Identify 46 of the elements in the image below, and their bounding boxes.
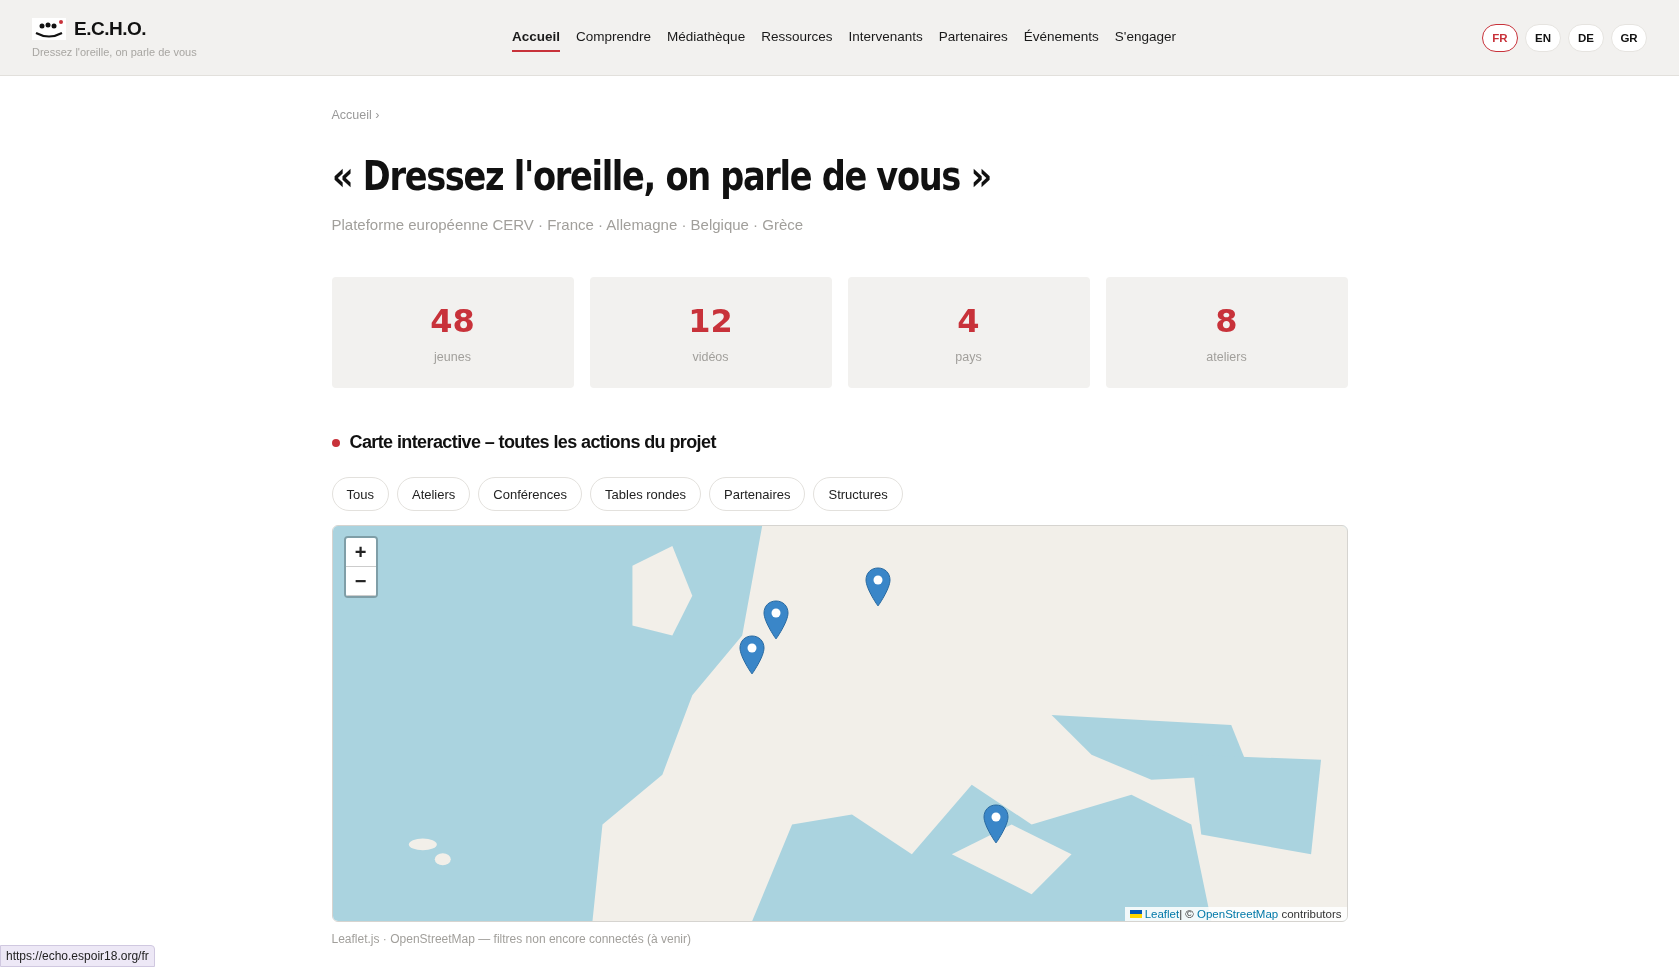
language-button[interactable]: GR bbox=[1611, 23, 1647, 52]
map-marker-icon[interactable] bbox=[739, 634, 766, 675]
map-marker-icon[interactable] bbox=[982, 804, 1009, 845]
nav-link[interactable]: S'engager bbox=[1114, 23, 1176, 52]
nav-link[interactable]: Accueil bbox=[512, 23, 561, 52]
stat-label: ateliers bbox=[1206, 349, 1247, 364]
filter-chip[interactable]: Tables rondes bbox=[590, 477, 701, 511]
subtitle: Plateforme européenne CERV · France · Allemagne · Belgique · Grèce bbox=[331, 216, 805, 233]
flag-icon bbox=[1129, 910, 1142, 918]
logo-icon bbox=[32, 17, 66, 40]
map-marker-icon[interactable] bbox=[865, 567, 892, 608]
filter-chip[interactable]: Conférences bbox=[478, 477, 583, 511]
map-caption: Leaflet.js · OpenStreetMap — filtres non encore connectés (à venir) bbox=[331, 932, 692, 946]
nav-link[interactable]: Partenaires bbox=[938, 23, 1008, 52]
stat-value: 48 bbox=[430, 301, 475, 340]
nav-link[interactable]: Comprendre bbox=[576, 23, 652, 52]
openstreetmap-link[interactable]: OpenStreetMap bbox=[1197, 908, 1279, 920]
filter-chip[interactable]: Partenaires bbox=[709, 477, 806, 511]
map[interactable]: + − Leaflet| © OpenStreetMap contributors bbox=[331, 525, 1348, 922]
filter-chip[interactable]: Tous bbox=[331, 477, 389, 511]
nav-link[interactable]: Médiathèque bbox=[667, 23, 746, 52]
stat-value: 8 bbox=[1215, 301, 1238, 340]
tagline: Dressez l'oreille, on parle de vous bbox=[32, 45, 198, 58]
section-title: Carte interactive – toutes les actions du projet bbox=[349, 432, 716, 453]
bullet-dot bbox=[331, 438, 340, 447]
stat-value: 12 bbox=[688, 301, 733, 340]
attribution-text: contributors bbox=[1280, 908, 1342, 920]
filter-chip[interactable]: Ateliers bbox=[396, 477, 471, 511]
language-button[interactable]: DE bbox=[1568, 23, 1604, 52]
stat-label: jeunes bbox=[434, 349, 471, 364]
logo-title[interactable]: E.C.H.O. bbox=[74, 17, 146, 40]
status-url: https://echo.espoir18.org/fr bbox=[0, 945, 155, 967]
attribution-text: | © bbox=[1179, 908, 1195, 920]
zoom-in-button[interactable]: + bbox=[345, 538, 376, 567]
language-button[interactable]: FR bbox=[1482, 23, 1518, 52]
stat-label: vidéos bbox=[692, 349, 729, 364]
filter-chip[interactable]: Structures bbox=[813, 477, 903, 511]
map-marker-icon[interactable] bbox=[762, 599, 789, 640]
stat-label: pays bbox=[955, 349, 982, 364]
zoom-out-button[interactable]: − bbox=[345, 567, 376, 596]
nav-link[interactable]: Intervenants bbox=[848, 23, 923, 52]
page-title: « Dressez l'oreille, on parle de vous » bbox=[331, 152, 992, 200]
nav-link[interactable]: Ressources bbox=[761, 23, 833, 52]
nav-link[interactable]: Événements bbox=[1023, 23, 1099, 52]
stat-value: 4 bbox=[957, 301, 980, 340]
language-button[interactable]: EN bbox=[1525, 23, 1561, 52]
